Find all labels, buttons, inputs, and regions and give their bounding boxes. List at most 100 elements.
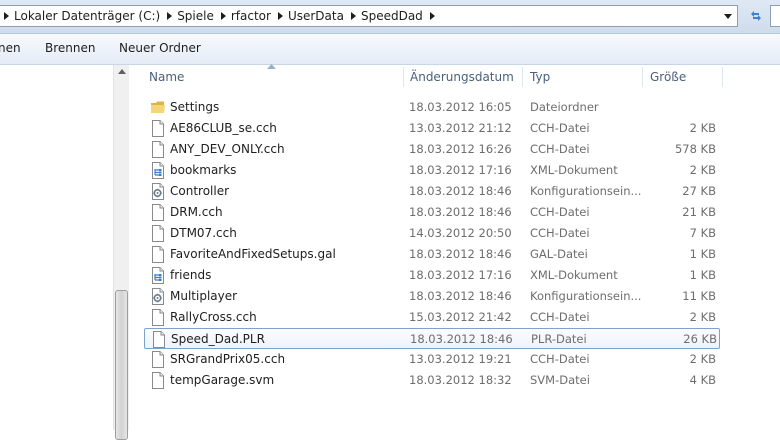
- breadcrumb-drive[interactable]: Lokaler Datenträger (C:): [13, 9, 163, 23]
- column-divider[interactable]: [722, 67, 723, 87]
- file-type: XML-Dokument: [530, 268, 618, 282]
- file-size: 2 KB: [689, 310, 716, 324]
- chevron-right-icon[interactable]: [163, 12, 176, 20]
- file-name: DRM.cch: [170, 205, 223, 219]
- chevron-right-icon[interactable]: [347, 12, 360, 20]
- column-divider[interactable]: [522, 67, 523, 87]
- file-name: FavoriteAndFixedSetups.gal: [170, 247, 336, 261]
- file-icon: [151, 225, 165, 242]
- scrollbar-thumb[interactable]: [115, 290, 128, 440]
- file-date: 18.03.2012 18:46: [409, 247, 512, 261]
- file-row-7[interactable]: FavoriteAndFixedSetups.gal 18.03.2012 18…: [144, 244, 720, 265]
- file-name: Multiplayer: [170, 289, 238, 303]
- file-icon: [151, 309, 165, 326]
- file-date: 18.03.2012 18:32: [409, 373, 512, 387]
- address-bar[interactable]: Lokaler Datenträger (C:) Spiele rfactor …: [0, 5, 738, 27]
- file-icon: [151, 351, 165, 368]
- navigation-pane: [0, 65, 113, 430]
- file-row-4[interactable]: Controller 18.03.2012 18:46 Konfiguratio…: [144, 181, 720, 202]
- file-row-0[interactable]: Settings 18.03.2012 16:05 Dateiordner: [144, 97, 720, 118]
- file-row-6[interactable]: DTM07.cch 14.03.2012 20:50 CCH-Datei 7 K…: [144, 223, 720, 244]
- file-name: RallyCross.cch: [170, 310, 257, 324]
- file-date: 18.03.2012 17:16: [409, 163, 512, 177]
- file-row-5[interactable]: DRM.cch 18.03.2012 18:46 CCH-Datei 21 KB: [144, 202, 720, 223]
- file-type: Dateiordner: [530, 100, 599, 114]
- xml-file-icon: [151, 162, 165, 179]
- file-row-12[interactable]: SRGrandPrix05.cch 13.03.2012 19:21 CCH-D…: [144, 349, 720, 370]
- file-row-10[interactable]: RallyCross.cch 15.03.2012 21:42 CCH-Date…: [144, 307, 720, 328]
- file-date: 18.03.2012 16:26: [409, 142, 512, 156]
- folder-icon: [151, 99, 165, 116]
- file-name: friends: [170, 268, 212, 282]
- file-size: [644, 97, 716, 118]
- file-size: 7 KB: [689, 226, 716, 240]
- file-date: 13.03.2012 19:21: [409, 352, 512, 366]
- file-date: 18.03.2012 16:05: [409, 100, 512, 114]
- file-date: 18.03.2012 18:46: [409, 289, 512, 303]
- breadcrumb-spiele[interactable]: Spiele: [176, 9, 217, 23]
- file-type: CCH-Datei: [530, 205, 590, 219]
- file-date: 18.03.2012 18:46: [410, 332, 513, 346]
- breadcrumb-rfactor[interactable]: rfactor: [230, 9, 274, 23]
- breadcrumb-speeddad[interactable]: SpeedDad: [360, 9, 426, 23]
- refresh-icon: [751, 11, 761, 21]
- file-icon: [151, 204, 165, 221]
- file-date: 18.03.2012 17:16: [409, 268, 512, 282]
- file-date: 15.03.2012 21:42: [409, 310, 512, 324]
- file-date: 14.03.2012 20:50: [409, 226, 512, 240]
- file-type: GAL-Datei: [530, 247, 588, 261]
- chevron-right-icon[interactable]: [274, 12, 287, 20]
- file-size: 21 KB: [682, 205, 716, 219]
- file-size: 1 KB: [689, 268, 716, 282]
- column-header-size[interactable]: Größe: [650, 65, 722, 89]
- file-name: AE86CLUB_se.cch: [170, 121, 277, 135]
- file-name: ANY_DEV_ONLY.cch: [170, 142, 285, 156]
- file-size: 2 KB: [689, 121, 716, 135]
- file-name: tempGarage.svm: [170, 373, 275, 387]
- file-type: PLR-Datei: [531, 332, 587, 346]
- organize-button[interactable]: nen: [0, 41, 21, 55]
- burn-button[interactable]: Brennen: [45, 41, 95, 55]
- file-row-13[interactable]: tempGarage.svm 18.03.2012 18:32 SVM-Date…: [144, 370, 720, 391]
- file-row-8[interactable]: friends 18.03.2012 17:16 XML-Dokument 1 …: [144, 265, 720, 286]
- file-row-3[interactable]: bookmarks 18.03.2012 17:16 XML-Dokument …: [144, 160, 720, 181]
- file-name: Settings: [170, 100, 220, 114]
- file-icon: [151, 372, 165, 389]
- search-input[interactable]: [770, 5, 780, 27]
- file-size: 11 KB: [682, 289, 716, 303]
- file-date: 18.03.2012 18:46: [409, 205, 512, 219]
- file-date: 18.03.2012 18:46: [409, 184, 512, 198]
- chevron-right-icon[interactable]: [426, 12, 439, 20]
- file-size: 1 KB: [689, 247, 716, 261]
- file-row-9[interactable]: Multiplayer 18.03.2012 18:46 Konfigurati…: [144, 286, 720, 307]
- file-name: Speed_Dad.PLR: [171, 332, 265, 346]
- file-row-1[interactable]: AE86CLUB_se.cch 13.03.2012 21:12 CCH-Dat…: [144, 118, 720, 139]
- chevron-right-icon[interactable]: [0, 12, 13, 20]
- new-folder-button[interactable]: Neuer Ordner: [119, 41, 201, 55]
- file-list: Name Änderungsdatum Typ Größe Settings 1…: [130, 64, 780, 430]
- file-type: Konfigurationsein...: [530, 289, 642, 303]
- config-file-icon: [151, 288, 165, 305]
- address-history-dropdown[interactable]: [719, 6, 737, 26]
- file-row-11[interactable]: Speed_Dad.PLR 18.03.2012 18:46 PLR-Datei…: [144, 328, 720, 349]
- column-divider[interactable]: [403, 67, 404, 87]
- column-header-date[interactable]: Änderungsdatum: [410, 65, 522, 89]
- file-type: XML-Dokument: [530, 163, 618, 177]
- scroll-up-arrow-icon[interactable]: [114, 69, 129, 81]
- file-size: 27 KB: [682, 184, 716, 198]
- file-size: 2 KB: [689, 352, 716, 366]
- file-type: CCH-Datei: [530, 310, 590, 324]
- file-date: 13.03.2012 21:12: [409, 121, 512, 135]
- chevron-right-icon[interactable]: [217, 12, 230, 20]
- navigation-scrollbar[interactable]: [113, 65, 129, 440]
- column-divider[interactable]: [642, 67, 643, 87]
- file-size: 578 KB: [674, 142, 716, 156]
- breadcrumb-userdata[interactable]: UserData: [287, 9, 347, 23]
- config-file-icon: [151, 183, 165, 200]
- file-type: CCH-Datei: [530, 142, 590, 156]
- chevron-down-icon: [724, 13, 732, 19]
- column-header-type[interactable]: Typ: [530, 65, 642, 89]
- refresh-button[interactable]: [744, 5, 768, 27]
- file-row-2[interactable]: ANY_DEV_ONLY.cch 18.03.2012 16:26 CCH-Da…: [144, 139, 720, 160]
- column-header-name[interactable]: Name: [149, 65, 403, 89]
